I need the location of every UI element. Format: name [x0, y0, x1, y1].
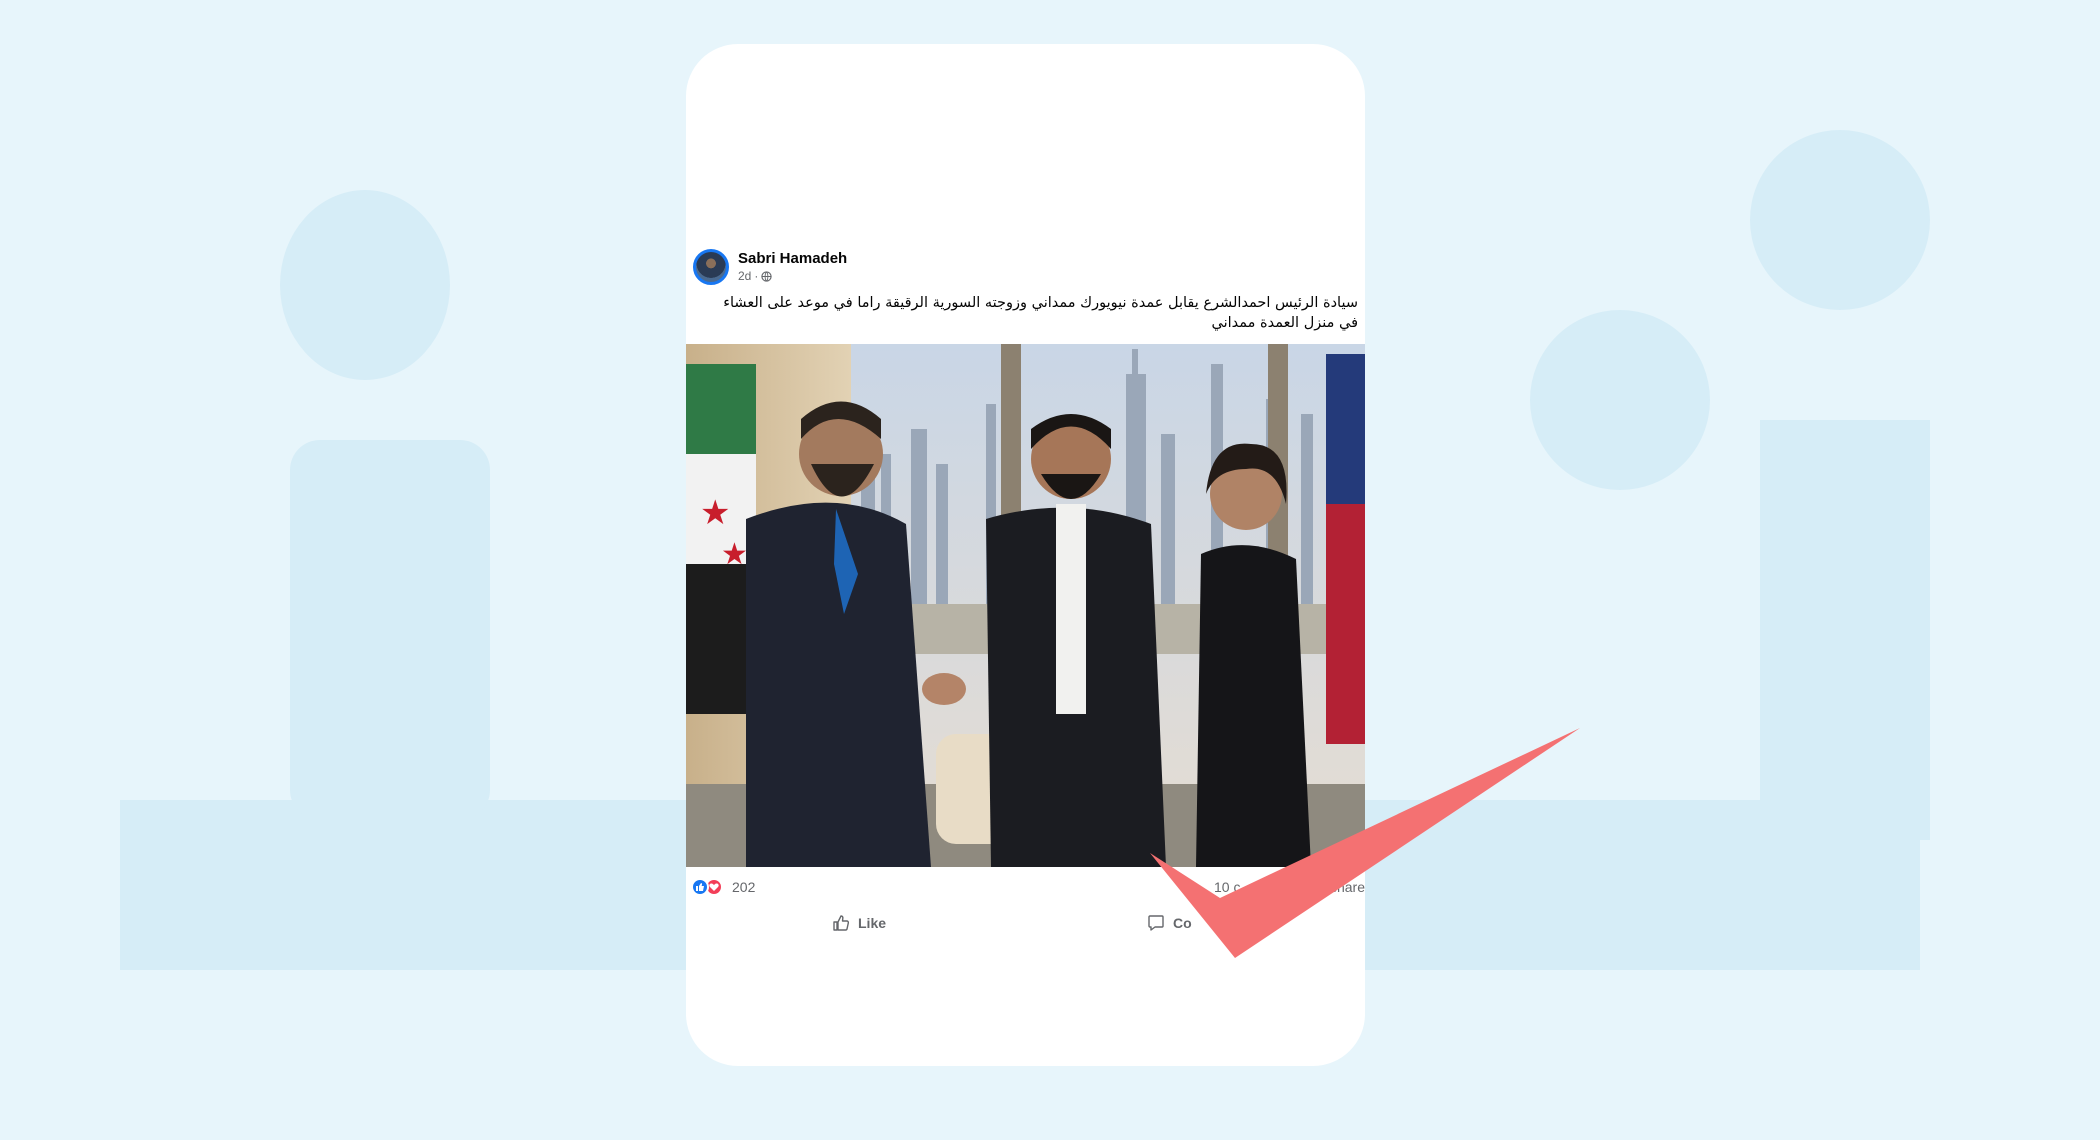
like-button[interactable]: Like	[832, 906, 886, 940]
red-checkmark-icon	[1150, 728, 1580, 958]
author-name[interactable]: Sabri Hamadeh	[738, 250, 847, 267]
meta-separator: ·	[754, 269, 759, 283]
thumbs-up-icon	[833, 915, 850, 931]
reaction-icons[interactable]	[691, 878, 723, 896]
post-header: Sabri Hamadeh 2d ·	[693, 247, 1365, 287]
like-reaction-icon	[691, 878, 709, 896]
post-caption: سيادة الرئيس احمدالشرع يقابل عمدة نيويور…	[723, 295, 1358, 331]
like-label: Like	[858, 915, 887, 931]
reactions-count[interactable]: 202	[732, 879, 755, 895]
svg-text:★: ★	[700, 493, 730, 533]
avatar[interactable]	[693, 249, 729, 285]
svg-text:★: ★	[721, 537, 748, 572]
globe-icon	[761, 270, 773, 282]
post-meta: 2d ·	[738, 269, 773, 283]
post-time[interactable]: 2d	[738, 269, 751, 283]
